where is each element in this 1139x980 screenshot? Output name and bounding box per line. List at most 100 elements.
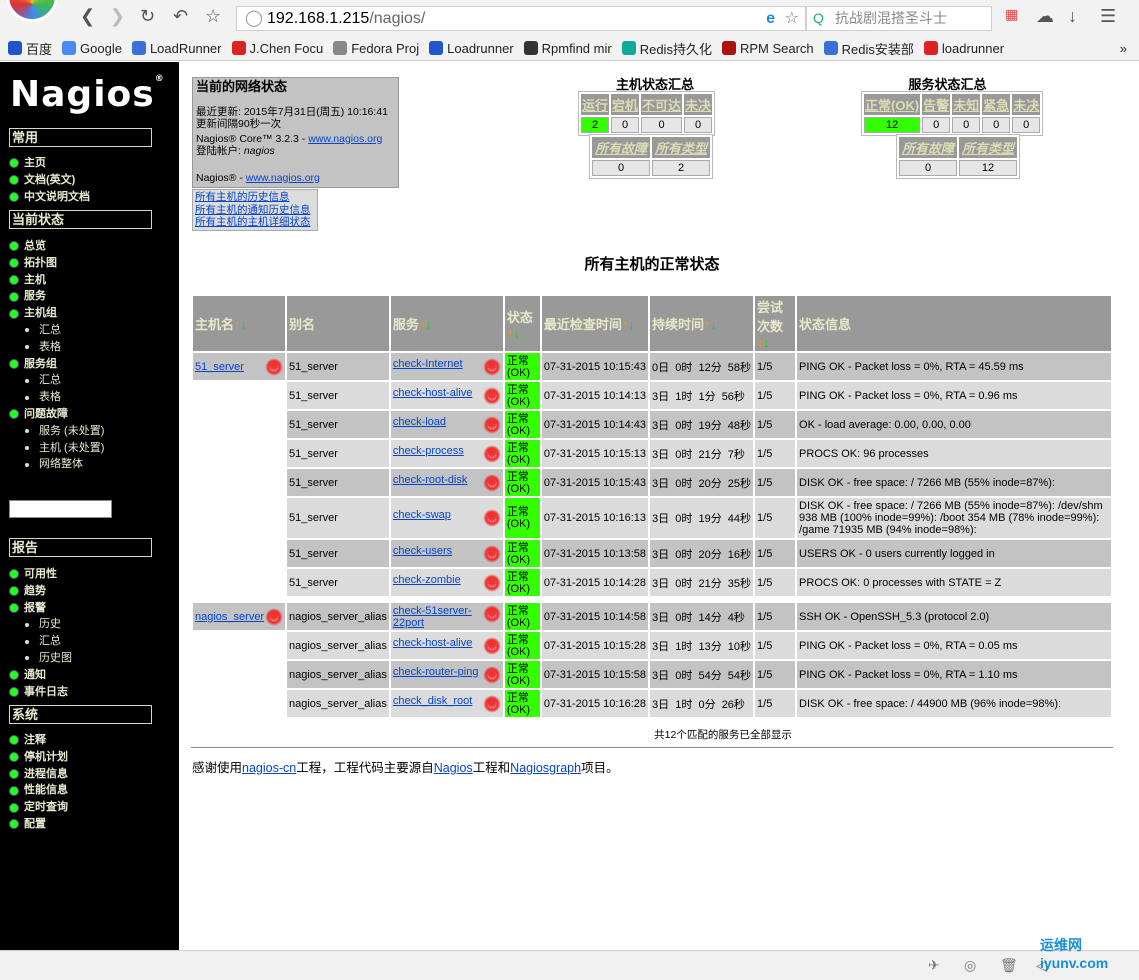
sidebar-item[interactable]: 主页 — [9, 155, 90, 172]
sort-descending-icon[interactable]: ↓ — [628, 317, 635, 332]
sidebar-item[interactable]: 可用性 — [9, 566, 72, 583]
sidebar-item[interactable]: 事件日志 — [9, 684, 72, 701]
core-link[interactable]: www.nagios.org — [308, 133, 382, 145]
service-detail-icon[interactable]: ✹ — [482, 444, 501, 463]
service-link[interactable]: check-process — [393, 445, 464, 457]
host-history-link[interactable]: 所有主机的历史信息 — [195, 191, 315, 204]
sort-descending-icon[interactable]: ↓ — [425, 317, 432, 332]
service-link[interactable]: check-Internet — [393, 358, 463, 370]
sidebar-item[interactable]: 主机 — [9, 272, 104, 289]
service-detail-icon[interactable]: ✹ — [482, 694, 501, 713]
sidebar-item[interactable]: 配置 — [9, 816, 68, 833]
sidebar-item[interactable]: 中文说明文档 — [9, 189, 90, 206]
service-link[interactable]: check-load — [393, 416, 446, 428]
summary-header-link[interactable]: 所有类型 — [652, 137, 710, 158]
sidebar-item[interactable]: 文档(英文) — [9, 172, 90, 189]
more-bookmarks-button[interactable]: » — [1120, 41, 1127, 56]
summary-header-link[interactable]: 未知 — [952, 94, 981, 115]
host-link[interactable]: 51_server — [195, 361, 244, 373]
service-detail-icon[interactable]: ✹ — [482, 636, 501, 655]
nagios-link[interactable]: Nagios — [434, 761, 473, 775]
bookmark-item[interactable]: Fedora Proj — [333, 41, 419, 56]
summary-header-link[interactable]: 不可达 — [641, 94, 683, 115]
sidebar-item[interactable]: 性能信息 — [9, 782, 68, 799]
service-link[interactable]: check-users — [393, 545, 452, 557]
sidebar-item[interactable]: 表格 — [9, 389, 104, 406]
sidebar-item[interactable]: 历史 — [9, 616, 72, 633]
undo-icon[interactable]: ↶ — [173, 6, 188, 27]
sidebar-item[interactable]: 服务 (未处置) — [9, 423, 104, 440]
address-bar[interactable]: 192.168.1.215/nagios/ ◯ e ☆ — [236, 6, 806, 31]
star-icon[interactable]: ☆ — [205, 6, 221, 27]
sidebar-item[interactable]: 停机计划 — [9, 749, 68, 766]
bookmark-item[interactable]: Loadrunner — [429, 41, 514, 56]
summary-header-link[interactable]: 未决 — [684, 94, 713, 115]
summary-header-link[interactable]: 正常(OK) — [864, 94, 921, 115]
sidebar-item[interactable]: 服务组 — [9, 356, 104, 373]
sidebar-item[interactable]: 网络整体 — [9, 456, 104, 473]
sort-descending-icon[interactable]: ↓ — [711, 317, 718, 332]
sidebar-item[interactable]: 主机组 — [9, 305, 104, 322]
bookmark-item[interactable]: 百度 — [8, 39, 52, 58]
bookmark-item[interactable]: J.Chen Focu — [231, 41, 323, 56]
sidebar-item[interactable]: 问题故障 — [9, 406, 104, 423]
sidebar-item[interactable]: 表格 — [9, 339, 104, 356]
sort-descending-icon[interactable]: ↓ — [764, 335, 771, 350]
summary-header-link[interactable]: 未决 — [1012, 94, 1041, 115]
service-detail-icon[interactable]: ✹ — [482, 544, 501, 563]
nagiosgraph-link[interactable]: Nagiosgraph — [510, 761, 581, 775]
host-detail-icon[interactable]: ✹ — [265, 607, 283, 626]
sidebar-item[interactable]: 汇总 — [9, 322, 104, 339]
reload-icon[interactable]: ↻ — [140, 6, 155, 27]
sidebar-item[interactable]: 总览 — [9, 238, 104, 255]
sidebar-item[interactable]: 服务 — [9, 288, 104, 305]
bookmark-item[interactable]: Redis安装部 — [823, 39, 914, 58]
service-link[interactable]: check-router-ping — [393, 666, 479, 678]
bookmark-item[interactable]: loadrunner — [923, 41, 1004, 56]
service-detail-icon[interactable]: ✹ — [482, 386, 501, 405]
service-detail-icon[interactable]: ✹ — [482, 665, 501, 684]
summary-header-link[interactable]: 紧急 — [982, 94, 1011, 115]
sidebar-item[interactable]: 注释 — [9, 732, 68, 749]
service-detail-icon[interactable]: ✹ — [482, 473, 501, 492]
sidebar-item[interactable]: 通知 — [9, 667, 72, 684]
service-link[interactable]: check-zombie — [393, 574, 461, 586]
summary-header-link[interactable]: 运行 — [581, 94, 610, 115]
service-link[interactable]: check-host-alive — [393, 637, 472, 649]
sidebar-item[interactable]: 进程信息 — [9, 766, 68, 783]
service-link[interactable]: check_disk_root — [393, 695, 473, 707]
nagios-cn-link[interactable]: nagios-cn — [242, 761, 296, 775]
host-detail-link[interactable]: 所有主机的主机详细状态 — [195, 216, 315, 229]
host-detail-icon[interactable]: ✹ — [265, 357, 283, 376]
ie-icon[interactable]: e — [766, 7, 775, 30]
bookmark-item[interactable]: LoadRunner — [131, 41, 222, 56]
host-link[interactable]: nagios_server — [195, 611, 264, 623]
sort-descending-icon[interactable]: ↓ — [513, 326, 520, 341]
back-icon[interactable]: ❮ — [80, 6, 95, 27]
summary-header-link[interactable]: 所有类型 — [959, 137, 1017, 158]
bookmark-item[interactable]: Google — [62, 41, 122, 56]
nagios-link[interactable]: www.nagios.org — [246, 172, 320, 184]
service-detail-icon[interactable]: ✹ — [482, 604, 501, 623]
sidebar-item[interactable]: 定时查询 — [9, 799, 68, 816]
sidebar-item[interactable]: 报警 — [9, 600, 72, 617]
sidebar-item[interactable]: 汇总 — [9, 633, 72, 650]
apps-icon[interactable]: ▦ — [1005, 6, 1018, 23]
service-detail-icon[interactable]: ✹ — [482, 509, 501, 527]
summary-header-link[interactable]: 所有故障 — [592, 137, 650, 158]
menu-icon[interactable]: ☰ — [1100, 6, 1116, 27]
summary-header-link[interactable]: 宕机 — [611, 94, 640, 115]
summary-header-link[interactable]: 所有故障 — [899, 137, 957, 158]
compass-icon[interactable]: ◎ — [964, 957, 976, 974]
service-detail-icon[interactable]: ✹ — [482, 415, 501, 434]
service-link[interactable]: check-swap — [393, 509, 451, 521]
service-link[interactable]: check-host-alive — [393, 387, 472, 399]
sidebar-item[interactable]: 主机 (未处置) — [9, 440, 104, 457]
download-icon[interactable]: ↓ — [1068, 6, 1077, 27]
trash-icon[interactable]: 🗑 — [1000, 957, 1018, 974]
pin-icon[interactable]: ✈ — [928, 957, 940, 974]
bookmark-item[interactable]: Redis持久化 — [621, 39, 712, 58]
bookmark-star-icon[interactable]: ☆ — [785, 7, 799, 30]
sidebar-search-input[interactable] — [9, 500, 112, 518]
service-detail-icon[interactable]: ✹ — [482, 573, 501, 592]
